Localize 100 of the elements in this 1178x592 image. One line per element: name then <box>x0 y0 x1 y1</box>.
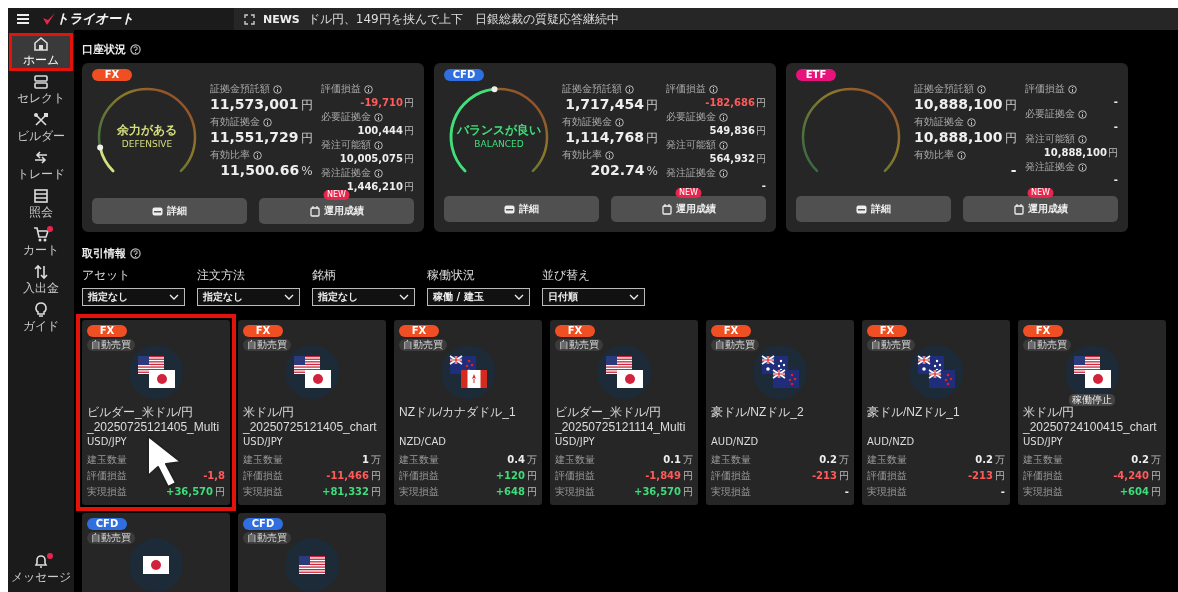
mode-tag: 自動売買 <box>555 339 603 351</box>
field-label: 発注証拠金 <box>666 166 716 180</box>
details-button[interactable]: 詳細 <box>92 198 247 224</box>
field-label: 有効比率 <box>914 148 954 162</box>
news-ticker[interactable]: NEWS ドル円、149円を挟んで上下 日銀総裁の質疑応答継続中 <box>234 8 1178 30</box>
field-value: 11,500.66 <box>220 162 300 178</box>
row-label: 評価損益 <box>399 469 439 483</box>
field-value: 100,444 <box>357 125 403 136</box>
nav-item[interactable]: メッセージ <box>9 550 73 588</box>
info-icon <box>719 112 728 122</box>
info-icon <box>719 168 728 178</box>
chevron-down-icon <box>399 294 409 300</box>
trade-card[interactable]: FX 自動売買 稼働停止 米ドル/円_20250724100415_chart USD/JPY 建玉数量 0.2 万 評価損益 -4,240 円 実現損益 +604 円 <box>1018 320 1166 505</box>
nav-item[interactable]: 照会 <box>9 185 73 223</box>
nav-item[interactable]: ガイド <box>9 299 73 337</box>
wallet-icon <box>152 206 163 216</box>
up-down-arrows-icon <box>33 264 49 280</box>
home-icon <box>33 36 49 52</box>
field-value: - <box>761 180 766 191</box>
row-value: 1 万 <box>362 453 381 467</box>
row-value: +648 円 <box>495 485 537 499</box>
field-label: 評価損益 <box>666 82 706 96</box>
field-label: 発注可能額 <box>1024 132 1075 146</box>
menu-icon[interactable] <box>16 13 30 25</box>
trade-card[interactable]: FX 自動売買 豪ドル/NZドル_1 AUD/NZD 建玉数量 0.2 万 評価損益 -213 円 実現損益 - <box>862 320 1010 505</box>
trade-card[interactable]: FX 自動売買 ビルダー_米ドル/円_20250725121405_Multi USD/JPY 建玉数量 評価損益 -1,8 実現損益 +36,570 円 <box>82 320 230 505</box>
unit-label: 円 <box>404 124 414 138</box>
field-value: 564,932 <box>709 153 755 164</box>
field-label: 必要証拠金 <box>320 110 371 124</box>
chevron-down-icon <box>284 294 294 300</box>
row-value: +604 円 <box>1119 485 1161 499</box>
currency-flags-icon <box>285 345 339 399</box>
field-value: 1,717,454 <box>565 96 644 112</box>
field-label: 発注可能額 <box>666 138 716 152</box>
trade-card[interactable]: FX 自動売買 ビルダー_米ドル/円_20250725121114_Multi USD/JPY 建玉数量 0.1 万 評価損益 -1,849 円 実現損益 +36,570 円 <box>550 320 698 505</box>
trade-card[interactable]: FX 自動売買 豪ドル/NZドル_2 AUD/NZD 建玉数量 0.2 万 評価損益 -213 円 実現損益 - <box>706 320 854 505</box>
field-value: 10,888,100 <box>1043 147 1107 158</box>
row-value: -213 円 <box>967 469 1005 483</box>
mode-tag: 自動売買 <box>867 339 915 351</box>
nav-item[interactable]: ホーム <box>9 33 73 71</box>
details-button[interactable]: 詳細 <box>796 196 951 222</box>
info-icon <box>1077 134 1087 144</box>
row-value: 0.2 万 <box>975 453 1005 467</box>
dropdown[interactable]: 指定なし <box>82 288 185 306</box>
strategy-name: 豪ドル/NZドル_1 <box>867 405 961 421</box>
performance-button[interactable]: 運用成績 <box>259 198 414 224</box>
dropdown[interactable]: 稼働 / 建玉 <box>427 288 530 306</box>
filter-label: 稼働状況 <box>427 267 476 284</box>
row-label: 評価損益 <box>555 469 595 483</box>
field-label: 評価損益 <box>320 82 361 96</box>
section-title: 口座状況 <box>82 42 126 57</box>
info-icon <box>373 112 383 122</box>
chevron-down-icon <box>514 294 524 300</box>
row-label: 実現損益 <box>1023 485 1063 499</box>
field-label: 有効比率 <box>210 148 250 162</box>
asset-tag: FX <box>87 325 127 337</box>
info-icon <box>709 84 718 94</box>
asset-tag: CFD <box>87 518 127 530</box>
new-badge: NEW <box>323 190 350 200</box>
trade-card[interactable]: CFD 自動売買 <box>82 513 230 592</box>
currency-flags-icon <box>441 345 495 399</box>
unit-label: 円 <box>300 130 313 147</box>
trade-card[interactable]: FX 自動売買 NZドル/カナダドル_1 NZD/CAD 建玉数量 0.4 万 評価損益 +120 円 実現損益 +648 円 <box>394 320 542 505</box>
currency-flags-icon <box>753 345 807 399</box>
row-label: 実現損益 <box>399 485 439 499</box>
mode-tag: 自動売買 <box>243 532 291 544</box>
row-label: 建玉数量 <box>87 453 127 467</box>
performance-button[interactable]: 運用成績 <box>611 196 766 222</box>
unit-label: 円 <box>1004 130 1017 147</box>
details-button[interactable]: 詳細 <box>444 196 599 222</box>
row-value: +120 円 <box>495 469 537 483</box>
dropdown[interactable]: 指定なし <box>312 288 415 306</box>
cart-icon <box>33 226 49 242</box>
nav-item[interactable]: トレード <box>9 147 73 185</box>
row-value: 0.4 万 <box>507 453 537 467</box>
chevron-down-icon <box>629 294 639 300</box>
currency-pair: NZD/CAD <box>399 436 446 447</box>
strategy-name: ビルダー_米ドル/円_20250725121114_Multi <box>555 405 687 435</box>
unit-label: 円 <box>646 130 658 147</box>
dropdown[interactable]: 日付順 <box>542 288 645 306</box>
performance-button[interactable]: 運用成績 <box>963 196 1118 222</box>
field-value: - <box>1113 96 1118 107</box>
nav-item[interactable]: 入出金 <box>9 261 73 299</box>
mode-tag: 自動売買 <box>399 339 447 351</box>
nav-item[interactable]: カート <box>9 223 73 261</box>
nav-item[interactable]: セレクト <box>9 71 73 109</box>
field-label: 証拠金預託額 <box>562 82 622 96</box>
expand-icon[interactable] <box>244 13 255 25</box>
trade-card[interactable]: FX 自動売買 米ドル/円_20250725121405_chart USD/JPY 建玉数量 1 万 評価損益 -11,466 円 実現損益 +81,332 円 <box>238 320 386 505</box>
row-value: -11,466 円 <box>326 469 381 483</box>
row-label: 評価損益 <box>87 469 127 483</box>
field-label: 有効証拠金 <box>210 115 260 129</box>
trade-card[interactable]: CFD 自動売買 <box>238 513 386 592</box>
mode-tag: 自動売買 <box>87 339 135 351</box>
row-value: +81,332 円 <box>322 485 381 499</box>
dropdown[interactable]: 指定なし <box>197 288 300 306</box>
asset-tag: CFD <box>444 69 484 81</box>
row-value: +36,570 円 <box>634 485 693 499</box>
field-label: 有効証拠金 <box>562 115 612 129</box>
nav-item[interactable]: ビルダー <box>9 109 73 147</box>
